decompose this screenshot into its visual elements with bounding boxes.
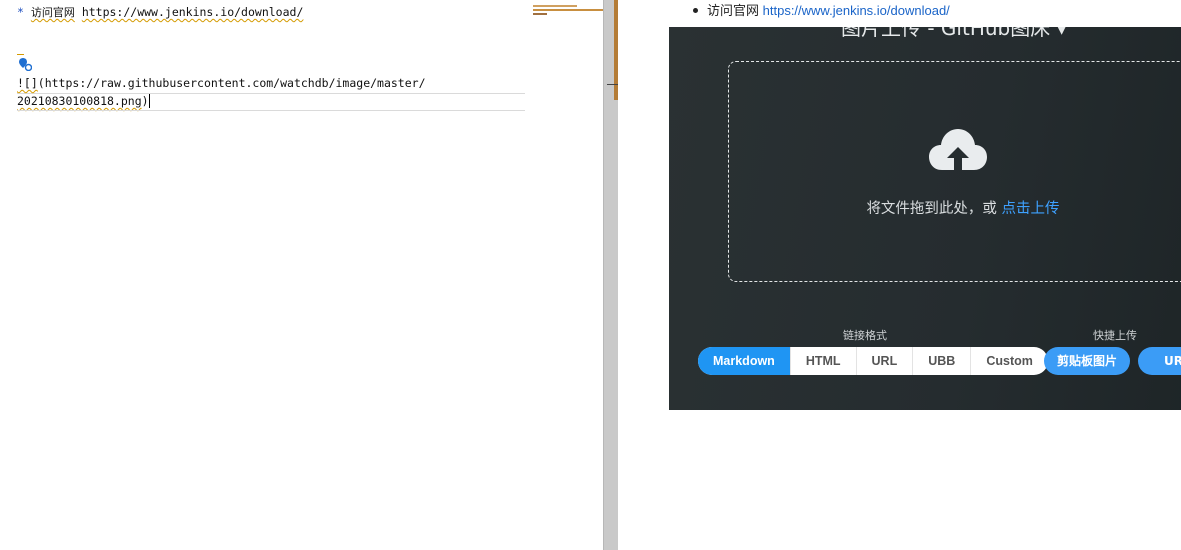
format-html[interactable]: HTML bbox=[789, 347, 856, 375]
uploader-screenshot: 图片上传 - GitHub图床 ▾ 将文件拖到此处，或 点击上传 链接格式 快捷… bbox=[669, 27, 1181, 410]
drop-zone[interactable]: 将文件拖到此处，或 点击上传 bbox=[728, 61, 1181, 282]
preview-list-item: 访问官网 https://www.jenkins.io/download/ bbox=[693, 0, 950, 19]
list-bullet: * bbox=[17, 5, 24, 19]
editor-line-1[interactable]: * 访问官网 https://www.jenkins.io/download/ bbox=[17, 5, 303, 20]
jenkins-download-link[interactable]: https://www.jenkins.io/download/ bbox=[763, 3, 950, 18]
image-url-part2: 20210830100818.png bbox=[17, 94, 142, 108]
url-upload-button[interactable]: UR bbox=[1138, 347, 1181, 375]
cloud-upload-icon bbox=[929, 129, 987, 170]
drop-text: 将文件拖到此处，或 bbox=[866, 201, 997, 217]
image-url-close: ) bbox=[141, 94, 149, 108]
format-ubb[interactable]: UBB bbox=[912, 347, 970, 375]
editor-scrollbar[interactable] bbox=[603, 0, 619, 550]
bullet-dot bbox=[693, 8, 698, 13]
link-format-selector[interactable]: Markdown HTML URL UBB Custom bbox=[698, 347, 1048, 375]
quick-upload-label: 快捷上传 bbox=[1093, 329, 1137, 342]
editor-image-line-1[interactable]: ![](https://raw.githubusercontent.com/wa… bbox=[17, 76, 426, 90]
format-url[interactable]: URL bbox=[855, 347, 913, 375]
minimap[interactable] bbox=[533, 4, 603, 16]
image-syntax-prefix: ![] bbox=[17, 76, 38, 90]
clipboard-image-button[interactable]: 剪贴板图片 bbox=[1044, 347, 1131, 375]
uploader-title: 图片上传 - GitHub图床 ▾ bbox=[841, 27, 1067, 40]
click-upload-link[interactable]: 点击上传 bbox=[1002, 201, 1060, 217]
link-format-label: 链接格式 bbox=[843, 329, 887, 342]
image-url-part1: (https://raw.githubusercontent.com/watch… bbox=[37, 76, 426, 90]
markdown-preview: 访问官网 https://www.jenkins.io/download/ 图片… bbox=[618, 0, 1181, 550]
text-caret bbox=[148, 94, 150, 108]
preview-label: 访问官网 bbox=[707, 3, 760, 18]
editor-label: 访问官网 bbox=[30, 6, 75, 19]
format-markdown[interactable]: Markdown bbox=[698, 347, 790, 375]
editor-line-rule bbox=[17, 110, 525, 111]
location-pin-icon bbox=[19, 58, 32, 71]
markdown-editor[interactable]: * 访问官网 https://www.jenkins.io/download/ … bbox=[0, 0, 603, 550]
spell-squiggle bbox=[17, 50, 24, 55]
drop-instructions: 将文件拖到此处，或 点击上传 bbox=[729, 197, 1181, 218]
editor-url: https://www.jenkins.io/download/ bbox=[81, 5, 304, 19]
editor-image-line-2[interactable]: 20210830100818.png) bbox=[17, 94, 150, 108]
format-custom[interactable]: Custom bbox=[970, 347, 1048, 375]
